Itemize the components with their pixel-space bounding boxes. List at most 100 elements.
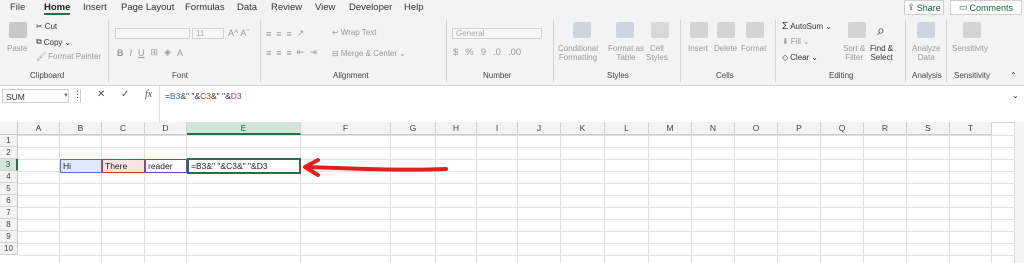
sensitivity-button[interactable]: Sensitivity xyxy=(952,44,988,53)
cell-c3[interactable]: There xyxy=(102,159,145,173)
merge-center-button[interactable]: ⊟ Merge & Center ⌄ xyxy=(332,49,406,58)
clear-button[interactable]: ◇ Clear ⌄ xyxy=(782,53,818,62)
font-name-dropdown[interactable] xyxy=(115,28,190,39)
conditional-formatting-icon xyxy=(573,22,591,38)
chevron-down-icon: ⌄ xyxy=(802,37,810,46)
row-header-9[interactable]: 9 xyxy=(0,231,18,243)
column-header-i[interactable]: I xyxy=(477,122,518,135)
enter-icon[interactable]: ✓ xyxy=(121,89,129,100)
paste-button[interactable]: Paste xyxy=(7,44,27,53)
share-button[interactable]: ⇪ Share xyxy=(904,0,944,15)
number-format-buttons[interactable]: $% 9 .0 .00 xyxy=(453,47,521,58)
number-format-dropdown[interactable]: General xyxy=(452,28,542,39)
row-header-6[interactable]: 6 xyxy=(0,195,18,207)
cell-styles-button[interactable]: Cell Styles xyxy=(646,44,668,62)
tab-insert[interactable]: Insert xyxy=(83,2,107,13)
tab-page-layout[interactable]: Page Layout xyxy=(121,2,174,13)
row-header-10[interactable]: 10 xyxy=(0,243,18,255)
delete-cells-button[interactable]: Delete xyxy=(714,44,737,53)
column-header-f[interactable]: F xyxy=(301,122,391,135)
column-header-o[interactable]: O xyxy=(735,122,778,135)
row-header-5[interactable]: 5 xyxy=(0,183,18,195)
font-grow-shrink[interactable]: A^ Aˇ xyxy=(228,28,249,38)
copy-label: Copy xyxy=(43,37,63,47)
chevron-down-icon[interactable]: ▼ xyxy=(63,93,69,99)
column-header-n[interactable]: N xyxy=(692,122,735,135)
group-label-sensitivity: Sensitivity xyxy=(954,71,991,80)
copy-button[interactable]: ⧉ Copy ⌄ xyxy=(36,37,71,47)
formula-input[interactable] xyxy=(159,86,1024,122)
row-header-4[interactable]: 4 xyxy=(0,171,18,183)
worksheet-grid[interactable] xyxy=(18,135,1024,263)
wrap-text-button[interactable]: ↩ Wrap Text xyxy=(332,28,376,37)
arrow-shaft xyxy=(304,165,448,172)
column-header-j[interactable]: J xyxy=(518,122,561,135)
wrap-text-label: Wrap Text xyxy=(340,28,377,37)
cut-button[interactable]: ✂ Cut xyxy=(36,22,57,31)
column-header-h[interactable]: H xyxy=(436,122,477,135)
cell-e3-active[interactable]: =B3&" "&C3&" "&D3 xyxy=(187,158,301,174)
column-header-a[interactable]: A xyxy=(18,122,60,135)
column-header-l[interactable]: L xyxy=(605,122,649,135)
magnifier-icon: ⌕ xyxy=(877,22,885,38)
currency-icon: $ xyxy=(453,47,459,58)
font-style-buttons[interactable]: B I U ⊞ ◈ A xyxy=(117,47,183,58)
fill-label: Fill xyxy=(790,37,801,46)
row-header-2[interactable]: 2 xyxy=(0,147,18,159)
horizontal-align-buttons[interactable]: ≡ ≡ ≡ ⇤ ⇥ xyxy=(266,47,317,58)
align-right-icon: ≡ xyxy=(286,47,292,58)
cancel-icon[interactable]: ✕ xyxy=(97,89,105,100)
collapse-ribbon-icon[interactable]: ⌃ xyxy=(1010,71,1017,80)
column-header-m[interactable]: M xyxy=(649,122,692,135)
cell-b3[interactable]: Hi xyxy=(60,159,102,173)
format-painter-button[interactable]: 🖌 Format Painter xyxy=(36,52,101,61)
select-all-corner[interactable] xyxy=(0,122,18,135)
fill-button[interactable]: ⬇ Fill ⌄ xyxy=(782,37,810,46)
comment-icon: ▭ xyxy=(958,2,968,12)
row-header-1[interactable]: 1 xyxy=(0,135,18,147)
font-size-dropdown[interactable]: 11 xyxy=(192,28,224,39)
row-header-7[interactable]: 7 xyxy=(0,207,18,219)
analyze-data-button[interactable]: Analyze Data xyxy=(912,44,940,62)
vertical-align-buttons[interactable]: ≡ ≡ ≡ ↗ xyxy=(266,28,304,39)
insert-function-icon[interactable]: fx xyxy=(145,89,152,100)
tab-data[interactable]: Data xyxy=(237,2,257,13)
conditional-formatting-button[interactable]: Conditional Formatting xyxy=(558,44,598,62)
tab-review[interactable]: Review xyxy=(271,2,302,13)
format-as-table-button[interactable]: Format as Table xyxy=(608,44,644,62)
vertical-scrollbar[interactable] xyxy=(1014,122,1024,263)
column-header-s[interactable]: S xyxy=(907,122,950,135)
column-header-k[interactable]: K xyxy=(561,122,605,135)
expand-formula-bar-icon[interactable]: ⌄ xyxy=(1012,91,1019,100)
comments-button[interactable]: ▭ Comments xyxy=(950,0,1022,15)
tab-formulas[interactable]: Formulas xyxy=(185,2,225,13)
column-header-p[interactable]: P xyxy=(778,122,821,135)
column-header-q[interactable]: Q xyxy=(821,122,864,135)
insert-cells-button[interactable]: Insert xyxy=(688,44,708,53)
row-header-8[interactable]: 8 xyxy=(0,219,18,231)
column-header-c[interactable]: C xyxy=(102,122,145,135)
format-cells-button[interactable]: Format xyxy=(741,44,766,53)
autosum-button[interactable]: Σ AutoSum ⌄ xyxy=(782,21,832,32)
column-header-e[interactable]: E xyxy=(187,122,301,135)
gridline xyxy=(863,135,864,263)
column-header-t[interactable]: T xyxy=(950,122,992,135)
gridline xyxy=(691,135,692,263)
gridline xyxy=(186,135,187,263)
tab-developer[interactable]: Developer xyxy=(349,2,392,13)
row-header-3[interactable]: 3 xyxy=(0,159,18,171)
column-header-g[interactable]: G xyxy=(391,122,436,135)
column-header-d[interactable]: D xyxy=(145,122,187,135)
tab-file[interactable]: File xyxy=(10,2,25,13)
name-box[interactable]: SUM xyxy=(2,89,69,103)
sort-filter-icon xyxy=(848,22,866,38)
tab-help[interactable]: Help xyxy=(404,2,424,13)
tab-view[interactable]: View xyxy=(315,2,335,13)
find-select-button[interactable]: Find & Select xyxy=(870,44,893,62)
cell-d3[interactable]: reader xyxy=(145,159,187,173)
tab-home[interactable]: Home xyxy=(44,2,70,13)
column-header-b[interactable]: B xyxy=(60,122,102,135)
gridline xyxy=(777,135,778,263)
column-header-r[interactable]: R xyxy=(864,122,907,135)
sort-filter-button[interactable]: Sort & Filter xyxy=(843,44,865,62)
